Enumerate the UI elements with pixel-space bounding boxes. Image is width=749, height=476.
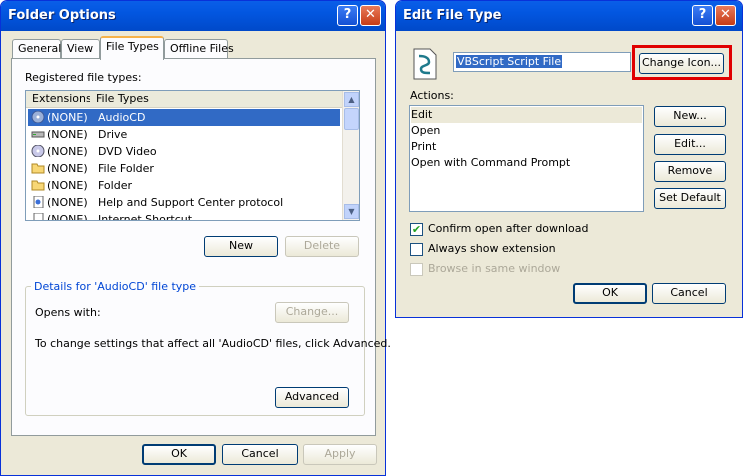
browse-same-window-label: Browse in same window: [428, 262, 561, 275]
list-item[interactable]: (NONE) DVD Video: [28, 143, 340, 160]
edit-action-button[interactable]: Edit...: [654, 134, 726, 155]
list-item[interactable]: (NONE) Folder: [28, 177, 340, 194]
row-extension: (NONE): [47, 213, 88, 221]
registered-file-types-label: Registered file types:: [25, 71, 142, 84]
tab-file-types[interactable]: File Types: [100, 36, 164, 60]
row-file-type: Drive: [98, 128, 128, 141]
column-extensions[interactable]: Extensions: [26, 91, 92, 108]
help-button[interactable]: ?: [692, 5, 713, 26]
apply-button[interactable]: Apply: [303, 444, 377, 465]
document-icon: [33, 196, 44, 208]
scroll-up-icon[interactable]: ▲: [344, 92, 359, 107]
audio-cd-icon: [31, 111, 45, 123]
edit-file-type-window: Edit File Type ? ✕ VBScript Script File …: [395, 0, 743, 318]
vertical-scrollbar[interactable]: ▲ ▼: [342, 91, 359, 220]
row-file-type: AudioCD: [98, 111, 146, 124]
confirm-open-label[interactable]: Confirm open after download: [428, 222, 589, 235]
help-button[interactable]: ?: [337, 5, 358, 26]
change-button[interactable]: Change...: [275, 302, 349, 323]
always-show-extension-label[interactable]: Always show extension: [428, 242, 556, 255]
highlight-box: [632, 45, 732, 80]
file-type-name-value: VBScript Script File: [456, 55, 563, 68]
advanced-button[interactable]: Advanced: [275, 387, 349, 408]
row-extension: (NONE): [47, 179, 88, 192]
list-item[interactable]: (NONE) File Folder: [28, 160, 340, 177]
opens-with-label: Opens with:: [35, 306, 101, 319]
ok-button[interactable]: OK: [573, 283, 647, 304]
browse-same-window-checkbox[interactable]: [410, 263, 423, 276]
folder-icon: [31, 163, 45, 174]
new-action-button[interactable]: New...: [654, 106, 726, 127]
list-item[interactable]: Open: [411, 123, 440, 139]
scroll-down-icon[interactable]: ▼: [344, 204, 359, 219]
row-file-type: Folder: [98, 179, 132, 192]
tab-view[interactable]: View: [61, 39, 100, 59]
details-title: Details for 'AudioCD' file type: [31, 280, 200, 293]
always-show-extension-checkbox[interactable]: [410, 243, 423, 256]
advanced-hint-text: To change settings that affect all 'Audi…: [35, 337, 391, 350]
list-item[interactable]: (NONE) Drive: [28, 126, 340, 143]
window-title: Edit File Type: [403, 8, 502, 23]
row-extension: (NONE): [47, 111, 88, 124]
row-file-type: DVD Video: [98, 145, 157, 158]
delete-button[interactable]: Delete: [285, 236, 359, 257]
row-extension: (NONE): [47, 128, 88, 141]
ok-button[interactable]: OK: [142, 444, 216, 465]
file-type-name-field[interactable]: VBScript Script File: [453, 52, 631, 72]
row-extension: (NONE): [47, 145, 88, 158]
drive-icon: [31, 131, 45, 138]
confirm-open-checkbox[interactable]: ✔: [410, 223, 423, 236]
shortcut-icon: [33, 213, 44, 220]
row-extension: (NONE): [47, 162, 88, 175]
list-item[interactable]: Edit: [411, 107, 642, 123]
new-button[interactable]: New: [204, 236, 278, 257]
cancel-button[interactable]: Cancel: [652, 283, 726, 304]
file-types-panel: Registered file types: Extensions File T…: [11, 58, 391, 436]
file-types-list[interactable]: Extensions File Types (NONE) AudioCD (NO…: [25, 90, 360, 221]
folder-options-window: Folder Options ? ✕ General View File Typ…: [0, 0, 391, 476]
close-button[interactable]: ✕: [360, 5, 381, 26]
cancel-button[interactable]: Cancel: [222, 444, 298, 465]
list-item[interactable]: (NONE) Help and Support Center protocol: [28, 194, 340, 211]
title-bar[interactable]: Folder Options ? ✕: [1, 1, 385, 31]
close-button[interactable]: ✕: [715, 5, 736, 26]
window-title: Folder Options: [8, 8, 116, 23]
dvd-icon: [31, 145, 45, 157]
list-item[interactable]: (NONE) AudioCD: [28, 109, 340, 126]
tab-offline-files[interactable]: Offline Files: [164, 39, 234, 59]
list-item[interactable]: (NONE) Internet Shortcut: [28, 211, 340, 221]
list-item[interactable]: Print: [411, 139, 436, 155]
folder-icon: [31, 180, 45, 191]
row-file-type: Internet Shortcut: [98, 213, 193, 221]
tab-general[interactable]: General: [12, 39, 61, 59]
column-file-types[interactable]: File Types: [90, 91, 343, 108]
row-file-type: Help and Support Center protocol: [98, 196, 284, 209]
actions-label: Actions:: [410, 89, 454, 102]
remove-action-button[interactable]: Remove: [654, 161, 726, 182]
script-file-icon: [413, 48, 437, 80]
scroll-thumb[interactable]: [344, 108, 359, 130]
set-default-button[interactable]: Set Default: [654, 188, 726, 209]
actions-list[interactable]: Edit Open Print Open with Command Prompt: [409, 105, 644, 212]
title-bar[interactable]: Edit File Type ? ✕: [396, 1, 742, 31]
row-file-type: File Folder: [98, 162, 154, 175]
row-extension: (NONE): [47, 196, 88, 209]
list-item[interactable]: Open with Command Prompt: [411, 155, 570, 171]
